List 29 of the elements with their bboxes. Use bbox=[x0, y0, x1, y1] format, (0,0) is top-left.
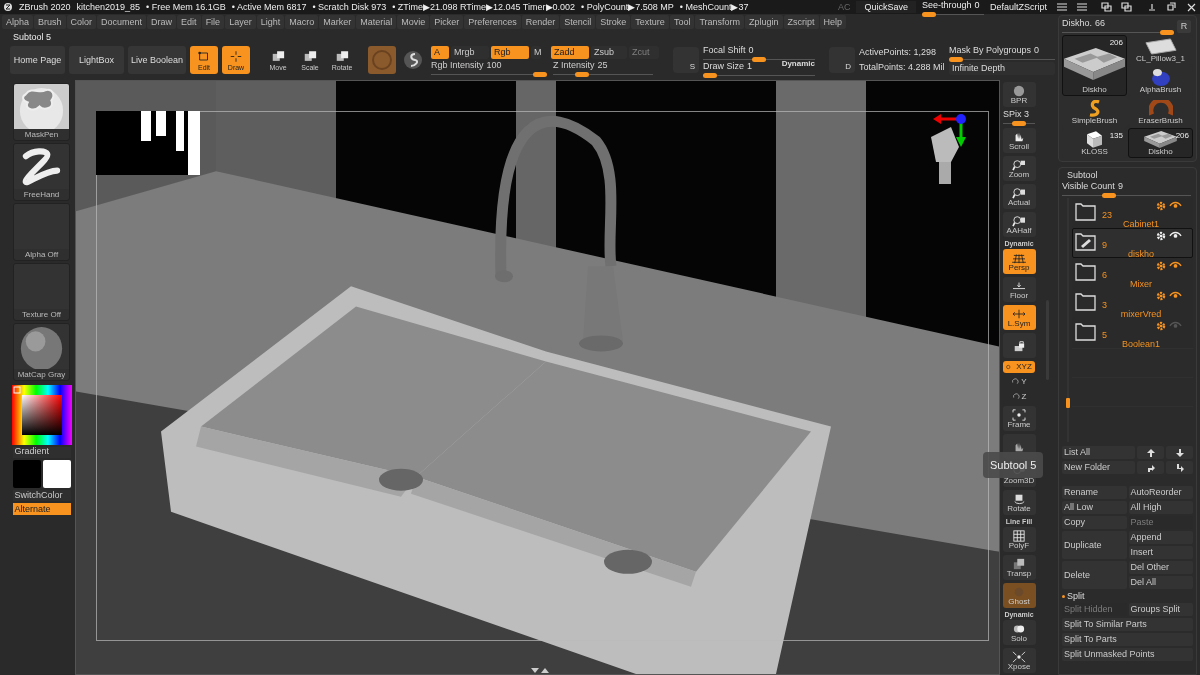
count-label: 206 bbox=[1175, 132, 1189, 140]
ac-label: AC bbox=[837, 2, 851, 12]
status-text: • PolyCount▶7.508 MP bbox=[581, 2, 674, 12]
status-text: • Active Mem 6817 bbox=[231, 2, 307, 12]
subtool-label: Subtool 5 bbox=[13, 33, 52, 42]
item-count: 5 bbox=[1102, 331, 1107, 340]
item-count: 6 bbox=[1102, 271, 1107, 280]
panel-title: Subtool bbox=[1066, 169, 1099, 180]
section-title: Split bbox=[1067, 592, 1085, 601]
item-count: 9 bbox=[1102, 241, 1107, 250]
count-label: 135 bbox=[1109, 132, 1123, 140]
item-name: Cabinet1 bbox=[1122, 220, 1160, 229]
active-points-text: ActivePoints: 1,298 bbox=[859, 48, 938, 57]
status-text: • MeshCount▶37 bbox=[679, 2, 749, 12]
app-title: ZBrush 2020 bbox=[19, 2, 71, 12]
status-text: • ZTime▶21.098 RTime▶12.045 Timer▶0.002 bbox=[392, 2, 576, 12]
script-name: DefaultZScript bbox=[989, 2, 1047, 12]
tooltip: Subtool 5 bbox=[983, 452, 1044, 478]
count-label: 206 bbox=[1109, 39, 1123, 47]
status-text: • Scratch Disk 973 bbox=[312, 2, 387, 12]
file-name: kitchen2019_85 bbox=[76, 2, 141, 12]
status-text: • Free Mem 16.1GB bbox=[146, 2, 226, 12]
item-count: 3 bbox=[1102, 301, 1107, 310]
item-count: 23 bbox=[1102, 211, 1112, 220]
item-name: mixerVred bbox=[1119, 310, 1163, 319]
total-points-text: TotalPoints: 4.288 Mil bbox=[859, 63, 945, 72]
item-name: Boolean1 bbox=[1120, 340, 1161, 349]
item-name: diskho bbox=[1127, 250, 1155, 259]
item-name: Mixer bbox=[1129, 280, 1153, 289]
